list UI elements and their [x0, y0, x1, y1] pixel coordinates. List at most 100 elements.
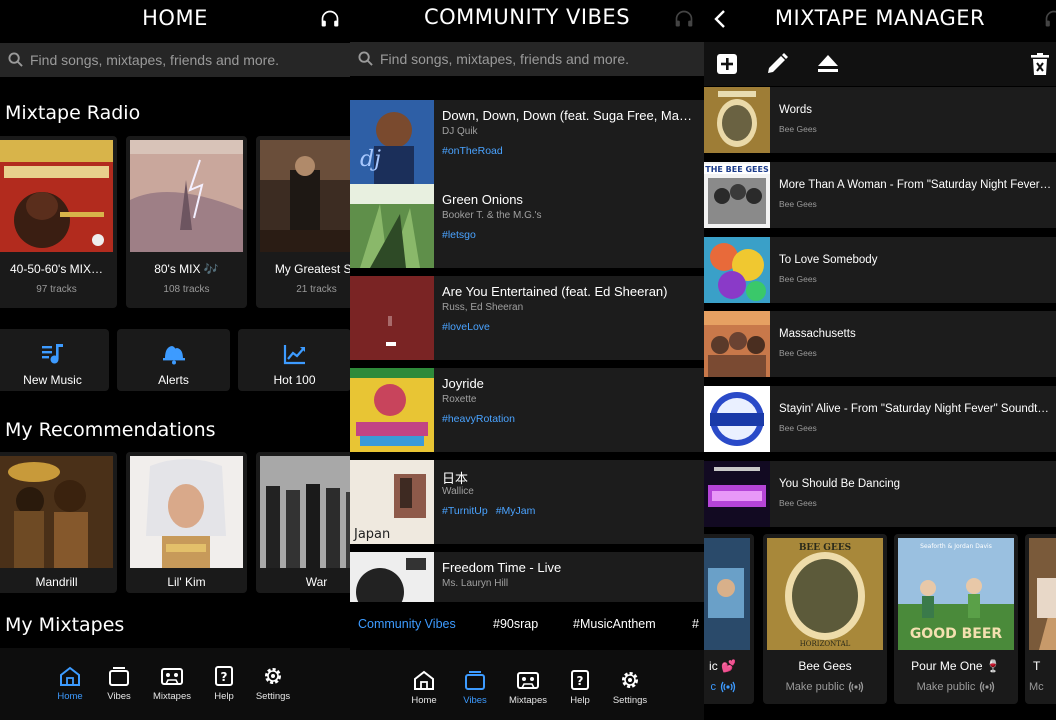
- new-music-button[interactable]: New Music: [0, 329, 109, 391]
- pencil-icon[interactable]: [765, 52, 789, 76]
- eject-icon[interactable]: [816, 52, 840, 76]
- post-tags: #heavyRotation: [442, 413, 523, 425]
- tab-label: Home: [57, 691, 83, 702]
- card-title: 40-50-60's MIX…: [10, 262, 103, 276]
- home-icon: [60, 666, 80, 686]
- make-public-button[interactable]: Make public: [894, 681, 1018, 693]
- tab-help[interactable]: ? Help: [554, 670, 606, 706]
- post-title: Freedom Time - Live: [442, 560, 562, 575]
- tab-settings[interactable]: Settings: [247, 666, 299, 702]
- tab-mixtapes[interactable]: Mixtapes: [502, 670, 554, 706]
- tab-label: Mixtapes: [508, 695, 547, 706]
- tab-label: Help: [570, 695, 590, 706]
- post-artist: Russ, Ed Sheeran: [442, 302, 524, 313]
- hashtag-tab[interactable]: #MusicAnthem: [573, 617, 656, 631]
- headphones-icon[interactable]: [1044, 9, 1056, 29]
- post-tags: #onTheRoad: [442, 145, 511, 157]
- vibe-post[interactable]: dj Down, Down, Down (feat. Suga Free, Ma…: [350, 100, 704, 184]
- help-icon: ?: [215, 666, 233, 686]
- add-icon[interactable]: [715, 52, 739, 76]
- recommendation-card[interactable]: Mandrill: [0, 452, 117, 593]
- tab-mixtapes[interactable]: Mixtapes: [146, 666, 198, 702]
- radio-card[interactable]: 80's MIX 🎶 108 tracks: [126, 136, 247, 308]
- artist-image: [260, 456, 350, 568]
- vibe-post[interactable]: Japan 日本 Wallice #TurnitUp #MyJam: [350, 460, 704, 544]
- vibe-post[interactable]: Freedom Time - Live Ms. Lauryn Hill: [350, 552, 704, 602]
- bottom-tab-bar: Home Vibes Mixtapes ? Help Settings: [350, 650, 704, 720]
- post-artist: Wallice: [442, 486, 474, 497]
- hashtag-link[interactable]: #onTheRoad: [442, 145, 503, 157]
- song-row[interactable]: You Should Be Dancing Bee Gees: [704, 461, 1056, 527]
- song-title: To Love Somebody: [779, 254, 878, 266]
- mixtape-card[interactable]: T Mc: [1025, 534, 1056, 704]
- vibe-post[interactable]: Are You Entertained (feat. Ed Sheeran) R…: [350, 276, 704, 360]
- track-count: 97 tracks: [36, 284, 77, 295]
- hashtag-link[interactable]: #MyJam: [496, 505, 536, 517]
- gear-icon: [265, 668, 281, 684]
- radio-card[interactable]: 40-50-60's MIX… 97 tracks: [0, 136, 117, 308]
- hashtag-tab[interactable]: #90srap: [493, 617, 538, 631]
- mixtape-name: Bee Gees: [798, 659, 852, 673]
- mixtape-card[interactable]: BEE GEES HORIZONTAL Bee Gees Make public: [763, 534, 887, 704]
- tab-label: Home: [411, 695, 437, 706]
- album-art: [350, 276, 434, 360]
- bottom-tab-bar: Home Vibes Mixtapes ? Help Settings: [0, 648, 350, 720]
- publish-status[interactable]: c: [704, 681, 754, 693]
- post-artist: Booker T. & the M.G.'s: [442, 210, 542, 221]
- song-row[interactable]: Massachusetts Bee Gees: [704, 311, 1056, 377]
- album-art: [704, 87, 770, 153]
- artist-name: Lil' Kim: [167, 575, 206, 589]
- headphones-icon[interactable]: [320, 9, 340, 29]
- publish-label: Mc: [1029, 681, 1044, 693]
- make-public-button[interactable]: Mc: [1025, 681, 1056, 693]
- tab-settings[interactable]: Settings: [604, 670, 656, 706]
- mixtape-manager-screen: MIXTAPE MANAGER Words Bee Gees THE BEE G…: [704, 0, 1056, 720]
- hot-100-button[interactable]: Hot 100: [238, 329, 350, 391]
- search-input[interactable]: [30, 43, 346, 77]
- radio-card[interactable]: My Greatest So 21 tracks: [256, 136, 350, 308]
- vibe-post[interactable]: Joyride Roxette #heavyRotation: [350, 368, 704, 452]
- trash-icon[interactable]: [1028, 52, 1052, 76]
- music-note-list-icon: [41, 344, 63, 364]
- hashtag-tab-community-vibes[interactable]: Community Vibes: [358, 617, 456, 631]
- mixtape-card[interactable]: ic 💕 c: [704, 534, 754, 704]
- song-row[interactable]: Stayin' Alive - From "Saturday Night Fev…: [704, 386, 1056, 452]
- search-input[interactable]: [380, 42, 700, 76]
- song-artist: Bee Gees: [779, 124, 817, 134]
- album-art: [350, 552, 434, 602]
- hashtag-link[interactable]: #loveLove: [442, 321, 490, 333]
- song-row[interactable]: To Love Somebody Bee Gees: [704, 237, 1056, 303]
- song-artist: Bee Gees: [779, 348, 817, 358]
- page-title: COMMUNITY VIBES: [423, 5, 631, 29]
- community-vibes-screen: COMMUNITY VIBES dj Down, Down, Down (fea…: [350, 0, 704, 720]
- cassette-icon: [517, 672, 539, 689]
- button-label: Alerts: [158, 373, 189, 387]
- hashtag-link[interactable]: #TurnitUp: [442, 505, 488, 517]
- tab-vibes[interactable]: Vibes: [449, 670, 501, 706]
- make-public-button[interactable]: Make public: [763, 681, 887, 693]
- recommendation-card[interactable]: War: [256, 452, 350, 593]
- tab-home[interactable]: Home: [398, 670, 450, 706]
- recommendation-card[interactable]: Lil' Kim: [126, 452, 247, 593]
- alerts-button[interactable]: Alerts: [117, 329, 230, 391]
- song-row[interactable]: Words Bee Gees: [704, 87, 1056, 153]
- hashtag-bar: Community Vibes #90srap #MusicAnthem #: [350, 606, 704, 642]
- headphones-icon[interactable]: [674, 9, 694, 29]
- song-row[interactable]: THE BEE GEES More Than A Woman - From "S…: [704, 162, 1056, 228]
- tab-label: Settings: [612, 695, 648, 706]
- tab-help[interactable]: ? Help: [198, 666, 250, 702]
- tab-home[interactable]: Home: [44, 666, 96, 702]
- album-art: [350, 368, 434, 452]
- search-bar[interactable]: [0, 43, 350, 77]
- track-count: 108 tracks: [163, 284, 210, 295]
- vibe-post[interactable]: Green Onions Booker T. & the M.G.'s #let…: [350, 184, 704, 268]
- hashtag-link[interactable]: #letsgo: [442, 229, 476, 241]
- cassette-icon: [161, 668, 183, 685]
- mixtape-card[interactable]: GOOD BEER Seaforth & Jordan Davis Pour Me…: [894, 534, 1018, 704]
- vibes-icon: [465, 671, 485, 690]
- hashtag-tab[interactable]: #: [692, 617, 699, 631]
- hashtag-link[interactable]: #heavyRotation: [442, 413, 515, 425]
- tab-vibes[interactable]: Vibes: [93, 666, 145, 702]
- svg-text:?: ?: [221, 670, 228, 684]
- search-bar[interactable]: [350, 42, 704, 76]
